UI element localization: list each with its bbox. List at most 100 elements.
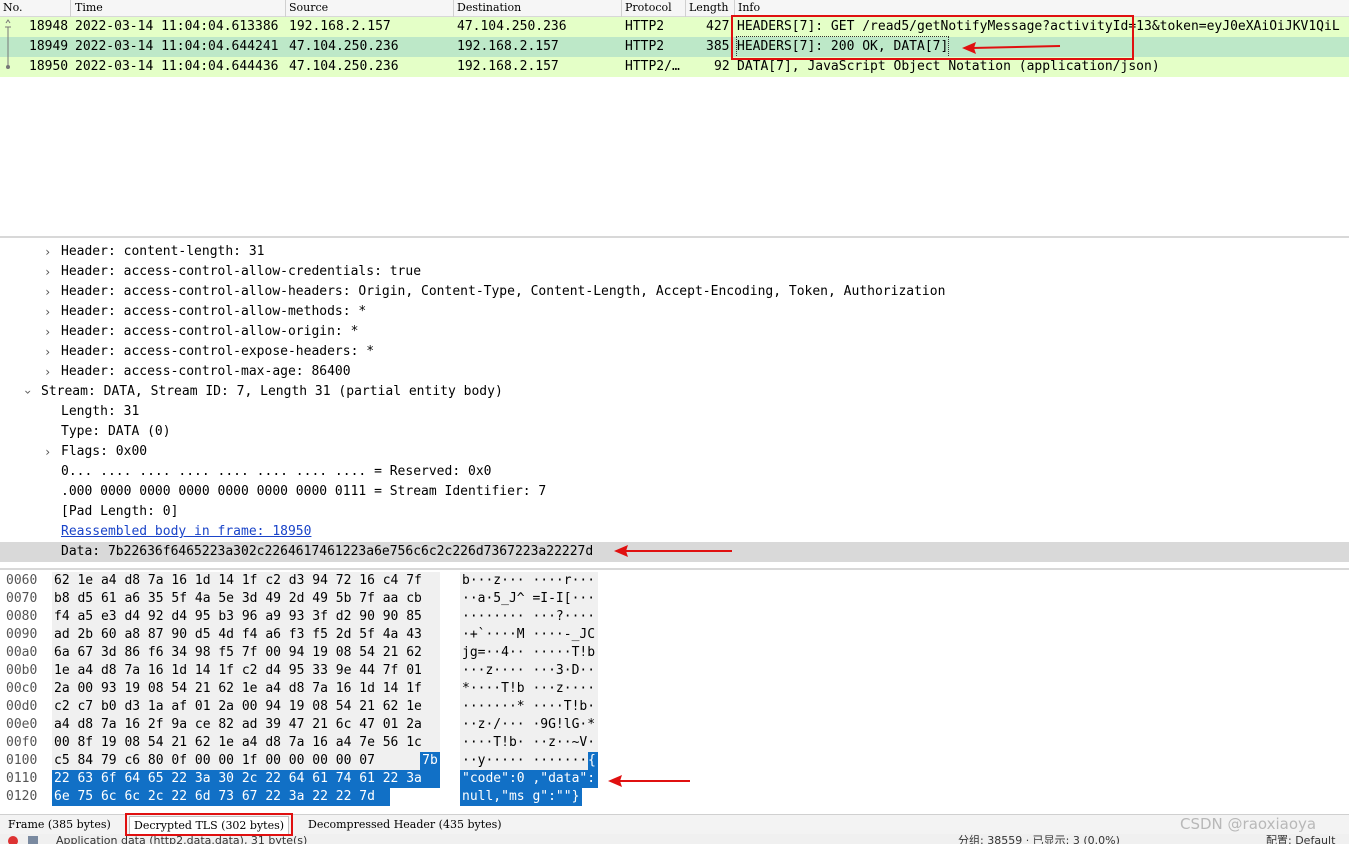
detail-row[interactable]: › Header: access-control-max-age: 86400 [0,362,1349,382]
detail-row[interactable]: .000 0000 0000 0000 0000 0000 0000 0111 … [0,482,1349,502]
hex-ascii: ·······* ····T!b· [462,699,596,714]
detail-text: Header: access-control-allow-methods: * [61,304,367,319]
hex-offset: 0120 [6,789,38,804]
detail-row[interactable]: › Header: access-control-expose-headers:… [0,342,1349,362]
column-protocol[interactable]: Protocol [625,1,672,14]
column-no[interactable]: No. [3,1,23,14]
tab-decrypted-tls[interactable]: Decrypted TLS (302 bytes) [129,816,290,834]
hex-bytes: f4 a5 e3 d4 92 d4 95 b3 96 a9 93 3f d2 9… [54,609,422,624]
packet-source: 47.104.250.236 [289,59,399,74]
status-bar: Application data (http2.data.data), 31 b… [0,834,1349,844]
packet-destination: 192.168.2.157 [457,39,559,54]
detail-text: Header: content-length: 31 [61,244,265,259]
hex-ascii: ··y····· ······· [462,753,588,768]
hex-bytes: 2a 00 93 19 08 54 21 62 1e a4 d8 7a 16 1… [54,681,422,696]
reassembled-frame-link[interactable]: Reassembled body in frame: 18950 [61,522,311,542]
hex-ascii-highlight: null,"ms g":""} [460,788,582,806]
column-destination[interactable]: Destination [457,1,521,14]
packet-time: 2022-03-14 11:04:04.644436 [75,59,279,74]
detail-row[interactable]: [Pad Length: 0] [0,502,1349,522]
hex-ascii: ········ ···?···· [462,609,596,624]
hex-ascii: ·+`····M ····-_JC [462,627,596,642]
expert-info-icon[interactable] [8,836,18,844]
chevron-right-icon[interactable]: › [44,242,56,262]
chevron-right-icon[interactable]: › [44,322,56,342]
packet-length: 427 [706,19,730,34]
chevron-down-icon[interactable]: › [18,386,38,398]
column-source[interactable]: Source [289,1,328,14]
hex-offset: 0070 [6,591,38,606]
hex-ascii-highlight: "code":0 ,"data": [460,770,598,788]
packet-details-pane[interactable]: › Header: content-length: 31 › Header: a… [0,238,1349,568]
chevron-right-icon[interactable]: › [44,442,56,462]
hex-bytes: a4 d8 7a 16 2f 9a ce 82 ad 39 47 21 6c 4… [54,717,422,732]
watermark: CSDN @raoxiaoya [1180,815,1317,833]
detail-row[interactable]: › Header: access-control-allow-credentia… [0,262,1349,282]
hex-bytes-highlight: 7b [420,752,440,770]
packet-time: 2022-03-14 11:04:04.613386 [75,19,279,34]
chevron-right-icon[interactable]: › [44,342,56,362]
edit-comment-icon[interactable] [28,836,38,844]
chevron-right-icon[interactable]: › [44,362,56,382]
detail-row[interactable]: › Flags: 0x00 [0,442,1349,462]
detail-row-link[interactable]: Reassembled body in frame: 18950 [0,522,1349,542]
hex-bytes: 6a 67 3d 86 f6 34 98 f5 7f 00 94 19 08 5… [54,645,422,660]
hex-ascii: ···z···· ···3·D·· [462,663,596,678]
packet-protocol: HTTP2 [625,19,665,34]
hex-offset: 0100 [6,753,38,768]
hex-bytes: ad 2b 60 a8 87 90 d5 4d f4 a6 f3 f5 2d 5… [54,627,422,642]
detail-text: Data: 7b22636f6465223a302c2264617461223a… [61,544,594,559]
detail-row[interactable]: 0... .... .... .... .... .... .... .... … [0,462,1349,482]
packet-protocol: HTTP2/… [625,59,680,74]
status-packet-count: 分组: 38559 · 已显示: 3 (0.0%) [958,834,1120,844]
hex-ascii-highlight: { [588,752,598,770]
column-time[interactable]: Time [75,1,103,14]
hex-bytes: b8 d5 61 a6 35 5f 4a 5e 3d 49 2d 49 5b 7… [54,591,422,606]
hex-ascii: ····T!b· ··z··~V· [462,735,596,750]
packet-row[interactable]: 18950 2022-03-14 11:04:04.644436 47.104.… [0,57,1349,77]
chevron-right-icon[interactable]: › [44,262,56,282]
packet-list-pane[interactable]: No. Time Source Destination Protocol Len… [0,0,1349,236]
hex-offset: 0080 [6,609,38,624]
hex-offset: 00b0 [6,663,38,678]
column-length[interactable]: Length [689,1,728,14]
packet-info: DATA[7], JavaScript Object Notation (app… [737,59,1160,74]
tab-decompressed-header[interactable]: Decompressed Header (435 bytes) [304,816,506,834]
hex-ascii: jg=··4·· ·····T!b [462,645,596,660]
detail-text: Stream: DATA, Stream ID: 7, Length 31 (p… [41,384,503,399]
detail-row[interactable]: › Header: access-control-allow-headers: … [0,282,1349,302]
detail-row-data-selected[interactable]: Data: 7b22636f6465223a302c2264617461223a… [0,542,1349,562]
request-arrow-icon [5,19,11,37]
hex-offset: 00f0 [6,735,38,750]
response-dot-icon [6,57,10,69]
packet-row-selected[interactable]: 18949 2022-03-14 11:04:04.644241 47.104.… [0,36,1349,58]
hex-offset: 0090 [6,627,38,642]
packet-row[interactable]: 18948 2022-03-14 11:04:04.613386 192.168… [0,17,1349,37]
detail-text: [Pad Length: 0] [61,504,179,519]
hex-bytes: c5 84 79 c6 80 0f 00 00 1f 00 00 00 00 0… [54,753,375,768]
packet-info: HEADERS[7]: 200 OK, DATA[7] [735,36,950,58]
bytes-tab-bar: Frame (385 bytes) Decrypted TLS (302 byt… [0,814,1349,834]
status-field-text: Application data (http2.data.data), 31 b… [56,834,308,844]
detail-row[interactable]: Type: DATA (0) [0,422,1349,442]
packet-source: 47.104.250.236 [289,39,399,54]
packet-source: 192.168.2.157 [289,19,391,34]
detail-text: Header: access-control-allow-credentials… [61,264,422,279]
chevron-right-icon[interactable]: › [44,302,56,322]
detail-row[interactable]: Length: 31 [0,402,1349,422]
bytes-pane[interactable]: 0060 62 1e a4 d8 7a 16 1d 14 1f c2 d3 94… [0,570,1349,814]
detail-row[interactable]: › Header: access-control-allow-origin: * [0,322,1349,342]
detail-row[interactable]: › Header: content-length: 31 [0,242,1349,262]
detail-row[interactable]: › Header: access-control-allow-methods: … [0,302,1349,322]
tab-frame[interactable]: Frame (385 bytes) [4,816,115,834]
detail-text: Header: access-control-allow-origin: * [61,324,359,339]
detail-text: Length: 31 [61,404,140,419]
status-profile[interactable]: 配置: Default [1266,834,1335,844]
hex-ascii: ··z·/··· ·9G!lG·* [462,717,596,732]
chevron-right-icon[interactable]: › [44,282,56,302]
packet-no: 18949 [29,39,69,54]
hex-offset: 00d0 [6,699,38,714]
detail-row-stream[interactable]: › Stream: DATA, Stream ID: 7, Length 31 … [0,382,1349,402]
packet-no: 18950 [29,59,69,74]
column-info[interactable]: Info [738,1,760,14]
